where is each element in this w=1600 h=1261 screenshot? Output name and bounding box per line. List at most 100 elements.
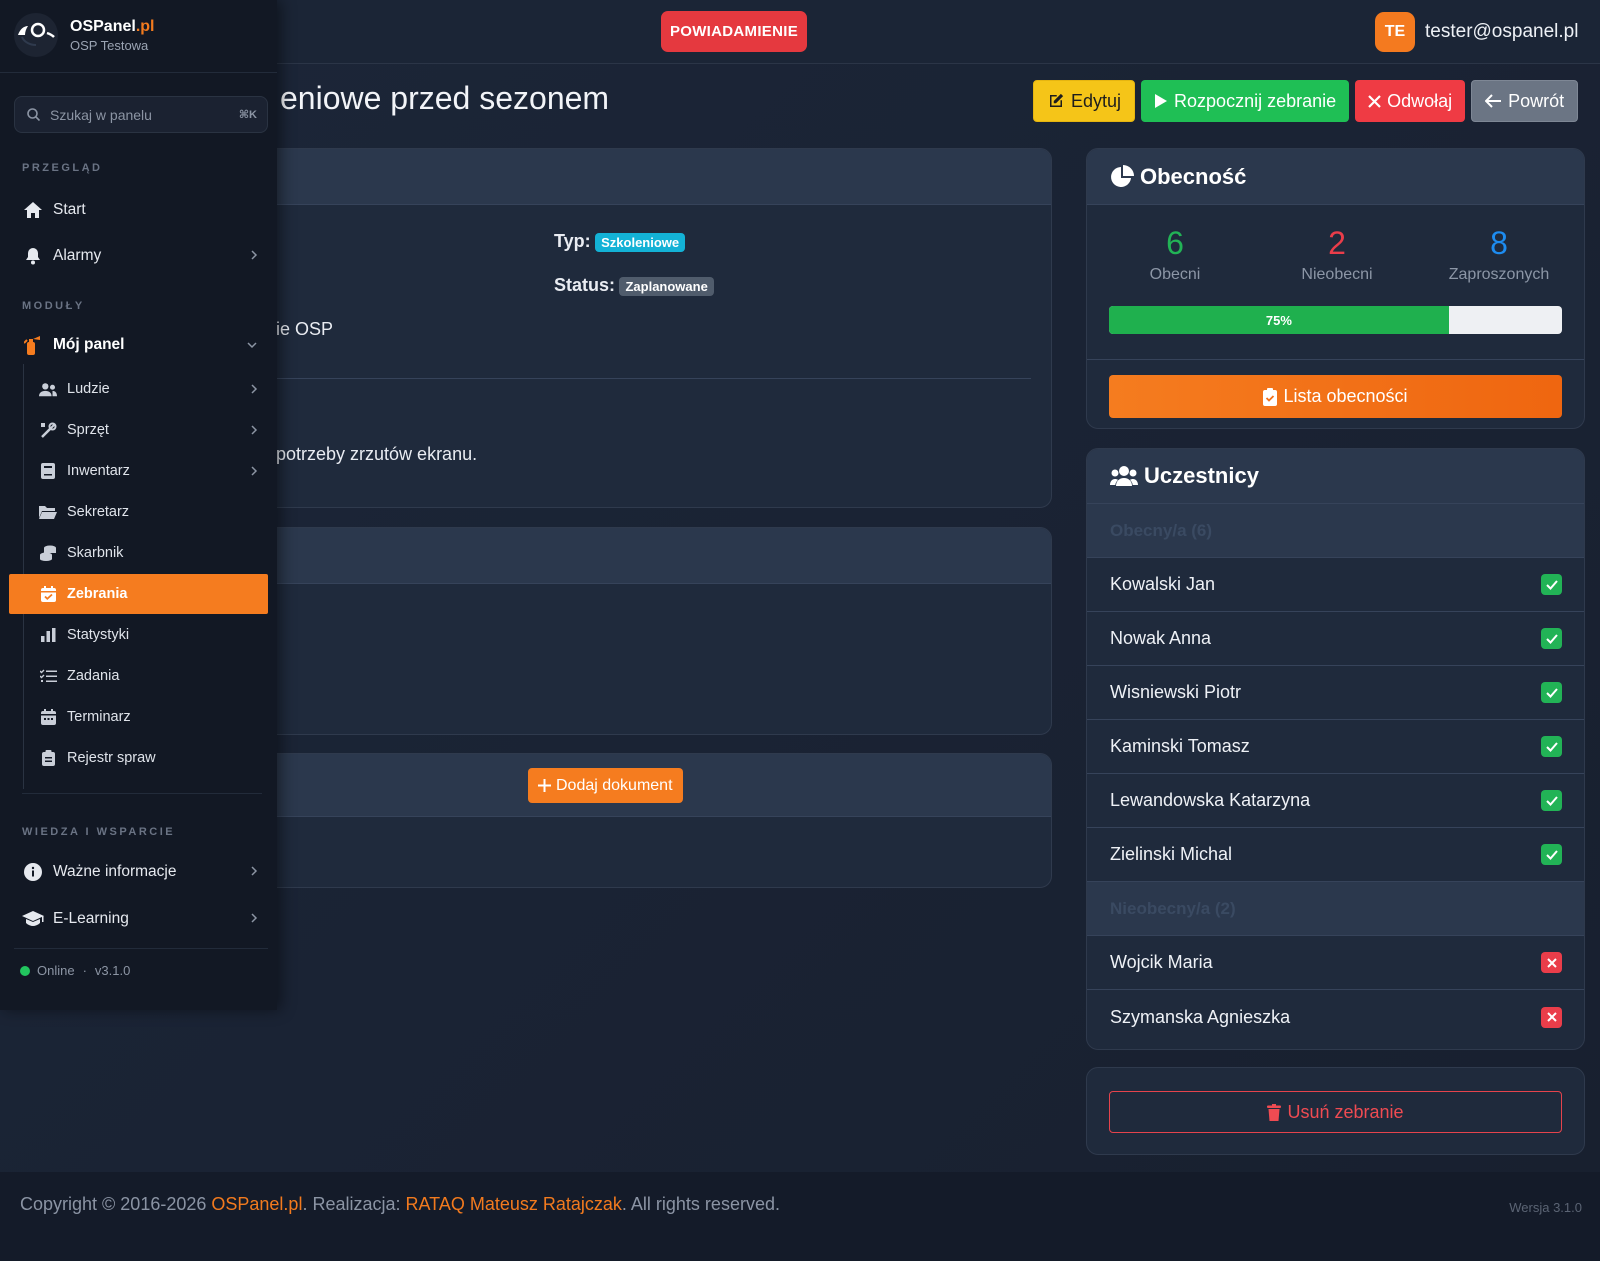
brand-logo-icon	[14, 13, 58, 57]
sidebar-item-label: Zadania	[67, 668, 120, 684]
avatar[interactable]: TE	[1375, 11, 1415, 52]
attendance-card: Obecność 6 Obecni 2 Nieobecni 8 Zaproszo…	[1086, 148, 1585, 429]
page-title: eniowe przed sezonem	[280, 80, 610, 116]
present-count: 6	[1166, 225, 1184, 261]
attendance-progress-bar: 75%	[1109, 306, 1562, 334]
sidebar-divider	[22, 793, 262, 794]
page-actions: Edytuj Rozpocznij zebranie Odwołaj Powró…	[1033, 80, 1579, 122]
participant-row[interactable]: Wojcik Maria	[1087, 936, 1584, 990]
participant-row[interactable]: Szymanska Agnieszka	[1087, 990, 1584, 1044]
check-icon[interactable]	[1541, 574, 1562, 595]
sidebar-item-inventory[interactable]: Inwentarz	[9, 451, 268, 491]
participants-card: Uczestnicy Obecny/a (6) Kowalski Jan Now…	[1086, 448, 1585, 1050]
user-menu[interactable]: TE tester@ospanel.pl	[1375, 11, 1578, 52]
sidebar-item-label: Skarbnik	[67, 545, 124, 561]
details-card-header	[256, 149, 1051, 205]
participant-name: Wojcik Maria	[1110, 952, 1213, 972]
status-badge: Zaplanowane	[619, 277, 714, 297]
x-mark-icon[interactable]	[1541, 952, 1562, 973]
sidebar-item-label: Ludzie	[67, 381, 110, 397]
chevron-right-icon	[251, 250, 258, 260]
invited-count: 8	[1490, 225, 1508, 261]
coins-icon	[40, 545, 56, 561]
participants-title: Uczestnicy	[1144, 463, 1259, 488]
participant-row[interactable]: Kaminski Tomasz	[1087, 720, 1584, 774]
agenda-card	[255, 527, 1052, 735]
sidebar-item-my-panel[interactable]: Mój panel	[9, 325, 268, 365]
add-document-button[interactable]: Dodaj dokument	[528, 768, 683, 803]
brand[interactable]: OSPanel.pl OSP Testowa	[14, 13, 154, 57]
check-icon[interactable]	[1541, 736, 1562, 757]
footer-brand-link[interactable]: OSPanel.pl	[211, 1194, 302, 1214]
calendar-icon	[40, 709, 56, 725]
participant-row[interactable]: Wisniewski Piotr	[1087, 666, 1584, 720]
footer-copyright: Copyright © 2016-2026 OSPanel.pl. Realiz…	[20, 1194, 780, 1215]
invited-stat: 8 Zaproszonych	[1429, 225, 1569, 284]
footer-author-link[interactable]: RATAQ Mateusz Ratajczak	[406, 1194, 622, 1214]
participant-name: Wisniewski Piotr	[1110, 682, 1242, 702]
participant-row[interactable]: Nowak Anna	[1087, 612, 1584, 666]
sidebar-item-statistics[interactable]: Statystyki	[9, 615, 268, 655]
check-icon[interactable]	[1541, 844, 1562, 865]
search-input[interactable]: Szukaj w panelu	[50, 107, 152, 123]
meeting-details-card: Typ: Szkoleniowe Status: Zaplanowane ie …	[255, 148, 1052, 508]
brand-name: OSPanel.pl	[70, 17, 155, 35]
footer-version: Wersja 3.1.0	[1509, 1200, 1582, 1215]
chevron-right-icon	[251, 384, 258, 394]
sidebar: OSPanel.pl OSP Testowa Szukaj w panelu ⌘…	[0, 0, 277, 1010]
graduation-cap-icon	[22, 911, 44, 926]
start-meeting-button[interactable]: Rozpocznij zebranie	[1141, 80, 1350, 122]
status-indicator: Online · v3.1.0	[20, 963, 130, 978]
sidebar-item-label: Inwentarz	[67, 463, 130, 479]
sidebar-item-tasks[interactable]: Zadania	[9, 656, 268, 696]
sidebar-item-label: Ważne informacje	[53, 863, 177, 880]
back-label: Powrót	[1508, 90, 1565, 111]
participant-row[interactable]: Lewandowska Katarzyna	[1087, 774, 1584, 828]
location-text: ie OSP	[276, 319, 334, 339]
chevron-right-icon	[251, 913, 258, 923]
notification-button[interactable]: POWIADAMIENIE	[661, 11, 807, 52]
brand-subtitle: OSP Testowa	[70, 37, 149, 53]
home-icon	[24, 202, 42, 218]
sidebar-item-alarms[interactable]: Alarmy	[9, 236, 268, 276]
sidebar-item-label: E-Learning	[53, 910, 129, 927]
sidebar-item-meetings[interactable]: Zebrania	[9, 574, 268, 614]
sidebar-item-elearning[interactable]: E-Learning	[9, 899, 268, 939]
sidebar-item-case-register[interactable]: Rejestr spraw	[9, 738, 268, 778]
x-mark-icon[interactable]	[1541, 1006, 1562, 1028]
group-header-present: Obecny/a (6)	[1087, 504, 1584, 558]
participant-name: Kaminski Tomasz	[1110, 736, 1250, 756]
sidebar-item-treasurer[interactable]: Skarbnik	[9, 533, 268, 573]
list-check-icon	[39, 669, 57, 682]
delete-meeting-label: Usuń zebranie	[1287, 1101, 1404, 1122]
edit-button[interactable]: Edytuj	[1033, 80, 1136, 122]
sidebar-item-calendar[interactable]: Terminarz	[9, 697, 268, 737]
description-text: potrzeby zrzutów ekranu.	[276, 444, 478, 464]
delete-meeting-button[interactable]: Usuń zebranie	[1109, 1091, 1562, 1133]
attendance-list-button[interactable]: Lista obecności	[1109, 375, 1562, 418]
chevron-right-icon	[251, 866, 258, 876]
present-stat: 6 Obecni	[1105, 225, 1245, 284]
participant-row[interactable]: Zielinski Michal	[1087, 828, 1584, 882]
participant-row[interactable]: Kowalski Jan	[1087, 558, 1584, 612]
check-icon[interactable]	[1541, 628, 1562, 649]
check-icon[interactable]	[1541, 790, 1562, 811]
sidebar-item-label: Sprzęt	[67, 422, 109, 438]
folder-open-icon	[39, 506, 57, 519]
sidebar-item-people[interactable]: Ludzie	[9, 369, 268, 409]
sidebar-search[interactable]: Szukaj w panelu ⌘K	[14, 96, 268, 133]
user-email[interactable]: tester@ospanel.pl	[1425, 21, 1578, 43]
sidebar-item-important-info[interactable]: Ważne informacje	[9, 852, 268, 892]
pie-chart-icon	[1111, 164, 1134, 187]
sidebar-item-start[interactable]: Start	[9, 190, 268, 230]
cancel-meeting-button[interactable]: Odwołaj	[1355, 80, 1466, 122]
check-icon[interactable]	[1541, 682, 1562, 703]
absent-label: Nieobecni	[1301, 266, 1373, 283]
sidebar-item-equipment[interactable]: Sprzęt	[9, 410, 268, 450]
back-button[interactable]: Powrót	[1471, 80, 1579, 122]
sidebar-item-secretary[interactable]: Sekretarz	[9, 492, 268, 532]
bar-chart-icon	[40, 628, 55, 642]
cancel-meeting-label: Odwołaj	[1387, 90, 1453, 111]
section-overview: PRZEGLĄD	[22, 162, 103, 174]
plus-icon	[538, 779, 551, 792]
